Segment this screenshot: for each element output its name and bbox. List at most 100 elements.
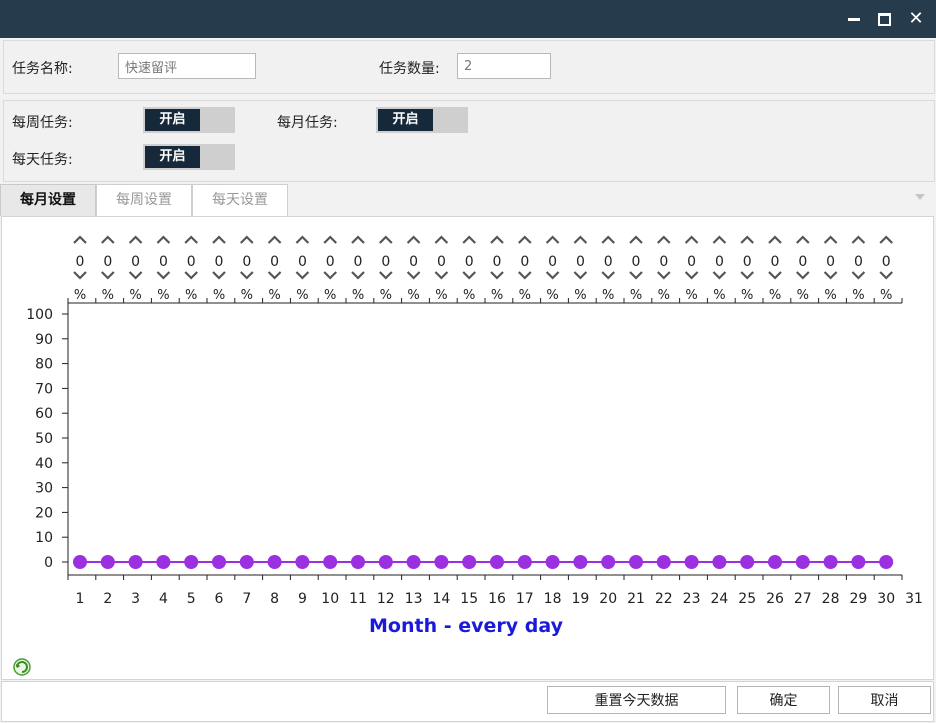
decrease-icon — [851, 271, 866, 280]
point-value-label: 0 — [159, 254, 168, 270]
point-value-label: 0 — [882, 254, 891, 270]
increase-icon — [851, 235, 866, 244]
ok-button[interactable]: 确定 — [737, 686, 830, 714]
decrease-icon — [351, 271, 365, 280]
increase-icon — [796, 235, 810, 244]
point-value-label: 0 — [326, 254, 335, 270]
percent-unit-label: % — [157, 288, 169, 303]
close-icon: ✕ — [908, 8, 924, 29]
point-value-label: 0 — [187, 254, 196, 270]
increase-icon — [240, 235, 254, 244]
decrease-icon — [101, 271, 115, 280]
point-value-label: 0 — [354, 254, 363, 270]
percent-unit-label: % — [519, 288, 531, 303]
daily-task-toggle[interactable]: 开启 — [143, 144, 235, 170]
x-tick-label: 15 — [460, 591, 478, 607]
x-axis-title: Month - every day — [369, 615, 564, 637]
task-name-input[interactable] — [118, 53, 256, 79]
point-value-label: 0 — [298, 254, 307, 270]
decrease-icon — [156, 271, 171, 280]
increase-icon — [351, 235, 365, 244]
increase-icon — [73, 235, 87, 244]
increase-icon — [267, 235, 282, 244]
data-point — [434, 555, 449, 569]
task-count-input[interactable] — [457, 53, 551, 79]
monthly-task-label: 每月任务: — [277, 115, 338, 131]
refresh-icon[interactable] — [12, 657, 32, 677]
percent-unit-label: % — [296, 288, 308, 303]
tab-daily-settings[interactable]: 每天设置 — [192, 184, 288, 216]
point-value-label: 0 — [437, 254, 446, 270]
decrease-icon — [768, 271, 782, 280]
bottom-bar: 重置今天数据 确定 取消 — [1, 681, 934, 722]
increase-icon — [379, 235, 393, 244]
decrease-icon — [545, 271, 560, 280]
decrease-icon — [740, 271, 754, 280]
percent-unit-label: % — [268, 288, 280, 303]
point-value-label: 0 — [215, 254, 224, 270]
data-point — [212, 555, 226, 569]
point-value-label: 0 — [242, 254, 251, 270]
decrease-icon — [657, 271, 671, 280]
percent-unit-label: % — [352, 288, 364, 303]
increase-icon — [684, 235, 699, 244]
y-tick-label: 100 — [26, 307, 53, 323]
data-point — [100, 555, 115, 569]
tab-monthly-settings[interactable]: 每月设置 — [0, 184, 96, 216]
increase-icon — [657, 235, 671, 244]
point-value-label: 0 — [798, 254, 807, 270]
x-tick-label: 26 — [766, 591, 784, 607]
y-tick-label: 20 — [35, 505, 53, 521]
increase-icon — [184, 235, 198, 244]
percent-unit-label: % — [102, 288, 114, 303]
point-value-label: 0 — [687, 254, 696, 270]
close-button[interactable]: ✕ — [905, 8, 927, 30]
reset-today-button[interactable]: 重置今天数据 — [547, 686, 726, 714]
x-tick-label: 20 — [599, 591, 617, 607]
data-point — [184, 555, 199, 569]
percent-unit-label: % — [574, 288, 586, 303]
maximize-button[interactable] — [873, 8, 895, 30]
percent-unit-label: % — [741, 288, 753, 303]
percent-unit-label: % — [880, 288, 892, 303]
decrease-icon — [406, 271, 421, 280]
data-point — [823, 555, 838, 569]
increase-icon — [434, 235, 449, 244]
task-count-label: 任务数量: — [379, 61, 440, 77]
x-tick-label: 19 — [571, 591, 589, 607]
increase-icon — [462, 235, 476, 244]
data-point — [239, 555, 254, 569]
point-value-label: 0 — [131, 254, 140, 270]
data-point — [73, 555, 87, 569]
data-point — [601, 555, 616, 569]
point-value-label: 0 — [826, 254, 835, 270]
cancel-button[interactable]: 取消 — [838, 686, 931, 714]
tab-weekly-settings[interactable]: 每周设置 — [96, 184, 192, 216]
tabs-dropdown-icon[interactable] — [915, 194, 925, 200]
percent-unit-label: % — [685, 288, 697, 303]
monthly-task-toggle-state: 开启 — [378, 109, 433, 131]
decrease-icon — [434, 271, 449, 280]
monthly-task-toggle[interactable]: 开启 — [376, 107, 468, 133]
percent-unit-label: % — [213, 288, 225, 303]
decrease-icon — [267, 271, 282, 280]
point-value-label: 0 — [76, 254, 85, 270]
decrease-icon — [879, 271, 893, 280]
data-point — [517, 555, 532, 569]
x-tick-label: 12 — [377, 591, 395, 607]
increase-icon — [573, 235, 588, 244]
minimize-button[interactable] — [843, 8, 865, 30]
percent-unit-label: % — [380, 288, 392, 303]
data-point — [795, 555, 810, 569]
percent-unit-label: % — [630, 288, 642, 303]
maximize-icon — [877, 13, 891, 26]
data-point — [351, 555, 365, 569]
data-point — [629, 555, 643, 569]
increase-icon — [712, 235, 727, 244]
point-value-label: 0 — [854, 254, 863, 270]
x-tick-label: 5 — [187, 591, 196, 607]
weekly-task-toggle[interactable]: 开启 — [143, 107, 235, 133]
percent-unit-label: % — [852, 288, 864, 303]
increase-icon — [518, 235, 532, 244]
x-tick-label: 6 — [215, 591, 224, 607]
